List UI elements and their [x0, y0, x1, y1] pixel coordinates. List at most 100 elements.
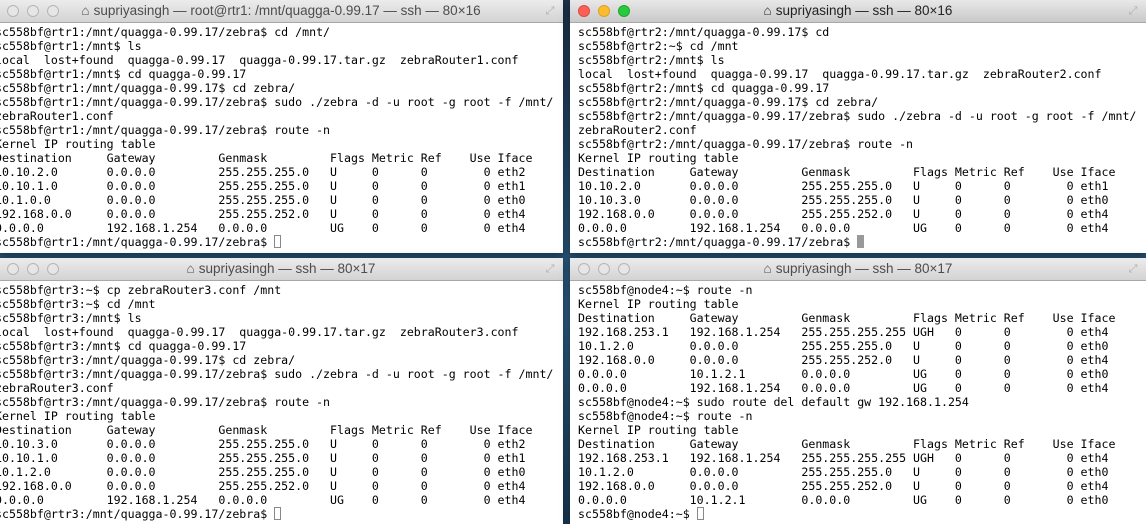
terminal-line: sc558bf@rtr1:/mnt$ cd quagga-0.99.17: [0, 67, 247, 81]
terminal-line: 0.0.0.0 192.168.1.254 0.0.0.0 UG 0 0 0 e…: [0, 221, 526, 235]
terminal-output[interactable]: sc558bf@rtr2:/mnt/quagga-0.99.17$ cd sc55…: [578, 25, 1136, 249]
close-button[interactable]: [578, 263, 590, 275]
terminal-window-rtr1[interactable]: ⌂ supriyasingh — root@rtr1: /mnt/quagga-0…: [0, 0, 563, 253]
prompt: sc558bf@node4:~$: [578, 507, 697, 521]
terminal-line: 0.0.0.0 192.168.1.254 0.0.0.0 UG 0 0 0 e…: [0, 493, 526, 507]
terminal-line: Kernel IP routing table: [0, 409, 156, 423]
minimize-button[interactable]: [27, 5, 39, 17]
zoom-button[interactable]: [47, 5, 59, 17]
fullscreen-icon[interactable]: ⤢: [1126, 4, 1140, 18]
terminal-line: sc558bf@node4:~$ route -n: [578, 283, 753, 297]
terminal-line: 192.168.0.0 0.0.0.0 255.255.252.0 U 0 0 …: [578, 353, 1109, 367]
terminal-line: sc558bf@rtr1:/mnt/quagga-0.99.17/zebra$ …: [0, 95, 554, 109]
terminal-line: Kernel IP routing table: [578, 297, 739, 311]
terminal-line: sc558bf@rtr3:/mnt$ cd quagga-0.99.17: [0, 339, 247, 353]
terminal-prompt-line[interactable]: sc558bf@rtr1:/mnt/quagga-0.99.17/zebra$: [0, 235, 553, 249]
terminal-line: sc558bf@rtr3:/mnt/quagga-0.99.17/zebra$ …: [0, 395, 331, 409]
terminal-line: sc558bf@rtr1:/mnt/quagga-0.99.17/zebra$ …: [0, 123, 331, 137]
close-button[interactable]: [7, 5, 19, 17]
window-title: supriyasingh — ssh — 80×16: [775, 3, 953, 18]
title-bar[interactable]: ⌂ supriyasingh — ssh — 80×17 ⤢: [570, 258, 1146, 281]
minimize-button[interactable]: [598, 263, 610, 275]
close-button[interactable]: [578, 5, 590, 17]
terminal-line: 10.10.3.0 0.0.0.0 255.255.255.0 U 0 0 0 …: [0, 437, 526, 451]
window-title: supriyasingh — ssh — 80×17: [775, 261, 953, 276]
terminal-line: 10.1.2.0 0.0.0.0 255.255.255.0 U 0 0 0 e…: [578, 339, 1109, 353]
terminal-window-rtr3[interactable]: ⌂ supriyasingh — ssh — 80×17 ⤢ sc558bf@rtr3…: [0, 258, 563, 524]
home-icon: ⌂: [81, 3, 90, 18]
terminal-line: sc558bf@node4:~$ sudo route del default …: [578, 395, 969, 409]
terminal-line: 10.10.1.0 0.0.0.0 255.255.255.0 U 0 0 0 …: [0, 451, 526, 465]
terminal-line: 10.1.2.0 0.0.0.0 255.255.255.0 U 0 0 0 e…: [578, 465, 1109, 479]
terminal-line: 192.168.253.1 192.168.1.254 255.255.255.…: [578, 325, 1109, 339]
terminal-prompt-line[interactable]: sc558bf@node4:~$: [578, 507, 1115, 521]
terminal-line: 10.1.0.0 0.0.0.0 255.255.255.0 U 0 0 0 e…: [0, 193, 526, 207]
terminal-line: Destination Gateway Genmask Flags Metric…: [578, 165, 1116, 179]
close-button[interactable]: [7, 263, 19, 275]
home-icon: ⌂: [763, 261, 772, 276]
terminal-line: 10.10.2.0 0.0.0.0 255.255.255.0 U 0 0 0 …: [578, 179, 1109, 193]
home-icon: ⌂: [763, 3, 772, 18]
terminal-line: Kernel IP routing table: [0, 137, 156, 151]
minimize-button[interactable]: [27, 263, 39, 275]
terminal-line: 10.10.2.0 0.0.0.0 255.255.255.0 U 0 0 0 …: [0, 165, 526, 179]
home-icon: ⌂: [186, 261, 195, 276]
terminal-line: sc558bf@rtr1:/mnt/quagga-0.99.17$ cd zeb…: [0, 81, 296, 95]
terminal-line: sc558bf@rtr2:/mnt$ cd quagga-0.99.17: [578, 81, 830, 95]
terminal-line: zebraRouter2.conf: [578, 123, 697, 137]
terminal-line: 192.168.0.0 0.0.0.0 255.255.252.0 U 0 0 …: [578, 207, 1109, 221]
terminal-line: sc558bf@rtr2:/mnt/quagga-0.99.17/zebra$ …: [578, 137, 914, 151]
window-title: supriyasingh — root@rtr1: /mnt/quagga-0.…: [93, 3, 481, 18]
terminal-line: 192.168.0.0 0.0.0.0 255.255.252.0 U 0 0 …: [0, 207, 526, 221]
terminal-line: sc558bf@rtr2:/mnt/quagga-0.99.17$ cd zeb…: [578, 95, 879, 109]
zoom-button[interactable]: [47, 263, 59, 275]
terminal-line: 192.168.0.0 0.0.0.0 255.255.252.0 U 0 0 …: [0, 479, 526, 493]
terminal-line: Destination Gateway Genmask Flags Metric…: [578, 311, 1116, 325]
terminal-line: Destination Gateway Genmask Flags Metric…: [0, 423, 533, 437]
fullscreen-icon[interactable]: ⤢: [543, 4, 557, 18]
terminal-prompt-line[interactable]: sc558bf@rtr3:/mnt/quagga-0.99.17/zebra$: [0, 507, 553, 521]
text-cursor: [696, 507, 704, 520]
terminal-line: sc558bf@rtr3:~$ cd /mnt: [0, 297, 156, 311]
terminal-line: sc558bf@rtr3:/mnt$ ls: [0, 311, 142, 325]
terminal-line: 192.168.0.0 0.0.0.0 255.255.252.0 U 0 0 …: [578, 479, 1109, 493]
fullscreen-icon[interactable]: ⤢: [543, 262, 557, 276]
terminal-line: 0.0.0.0 10.1.2.1 0.0.0.0 UG 0 0 0 eth0: [578, 367, 1109, 381]
terminal-line: sc558bf@rtr1:/mnt/quagga-0.99.17/zebra$ …: [0, 25, 331, 39]
terminal-output[interactable]: sc558bf@node4:~$ route -n Kernel IP routi…: [578, 283, 1115, 521]
terminal-window-node4[interactable]: ⌂ supriyasingh — ssh — 80×17 ⤢ sc558bf@node…: [570, 258, 1146, 524]
title-bar[interactable]: ⌂ supriyasingh — ssh — 80×17 ⤢: [0, 258, 563, 281]
prompt: sc558bf@rtr1:/mnt/quagga-0.99.17/zebra$: [0, 235, 275, 249]
terminal-line: local lost+found quagga-0.99.17 quagga-0…: [0, 325, 519, 339]
terminal-line: 0.0.0.0 192.168.1.254 0.0.0.0 UG 0 0 0 e…: [578, 221, 1109, 235]
terminal-line: sc558bf@rtr1:/mnt$ ls: [0, 39, 142, 53]
title-bar[interactable]: ⌂ supriyasingh — ssh — 80×16 ⤢: [570, 0, 1146, 23]
zoom-button[interactable]: [618, 263, 630, 275]
text-cursor: [274, 235, 282, 248]
terminal-line: 192.168.253.1 192.168.1.254 255.255.255.…: [578, 451, 1109, 465]
terminal-line: sc558bf@rtr2:~$ cd /mnt: [578, 39, 739, 53]
terminal-line: sc558bf@rtr2:/mnt/quagga-0.99.17/zebra$ …: [578, 109, 1137, 123]
text-cursor: [857, 235, 865, 248]
terminal-line: sc558bf@rtr3:/mnt/quagga-0.99.17$ cd zeb…: [0, 353, 296, 367]
terminal-line: local lost+found quagga-0.99.17 quagga-0…: [578, 67, 1102, 81]
fullscreen-icon[interactable]: ⤢: [1126, 262, 1140, 276]
minimize-button[interactable]: [598, 5, 610, 17]
terminal-line: sc558bf@node4:~$ route -n: [578, 409, 753, 423]
terminal-prompt-line[interactable]: sc558bf@rtr2:/mnt/quagga-0.99.17/zebra$: [578, 235, 1136, 249]
terminal-line: 10.10.1.0 0.0.0.0 255.255.255.0 U 0 0 0 …: [0, 179, 526, 193]
terminal-line: sc558bf@rtr2:/mnt$ ls: [578, 53, 725, 67]
terminal-line: Destination Gateway Genmask Flags Metric…: [0, 151, 533, 165]
terminal-line: 10.10.3.0 0.0.0.0 255.255.255.0 U 0 0 0 …: [578, 193, 1109, 207]
zoom-button[interactable]: [618, 5, 630, 17]
terminal-line: 0.0.0.0 192.168.1.254 0.0.0.0 UG 0 0 0 e…: [578, 381, 1109, 395]
terminal-line: local lost+found quagga-0.99.17 quagga-0…: [0, 53, 519, 67]
title-bar[interactable]: ⌂ supriyasingh — root@rtr1: /mnt/quagga-0…: [0, 0, 563, 23]
terminal-output[interactable]: sc558bf@rtr3:~$ cp zebraRouter3.conf /mn…: [0, 283, 553, 521]
terminal-output[interactable]: sc558bf@rtr1:/mnt/quagga-0.99.17/zebra$ …: [0, 25, 553, 249]
prompt: sc558bf@rtr2:/mnt/quagga-0.99.17/zebra$: [578, 235, 858, 249]
window-title: supriyasingh — ssh — 80×17: [198, 261, 376, 276]
prompt: sc558bf@rtr3:/mnt/quagga-0.99.17/zebra$: [0, 507, 275, 521]
terminal-window-rtr2[interactable]: ⌂ supriyasingh — ssh — 80×16 ⤢ sc558bf@rtr2…: [570, 0, 1146, 253]
terminal-line: sc558bf@rtr2:/mnt/quagga-0.99.17$ cd: [578, 25, 830, 39]
